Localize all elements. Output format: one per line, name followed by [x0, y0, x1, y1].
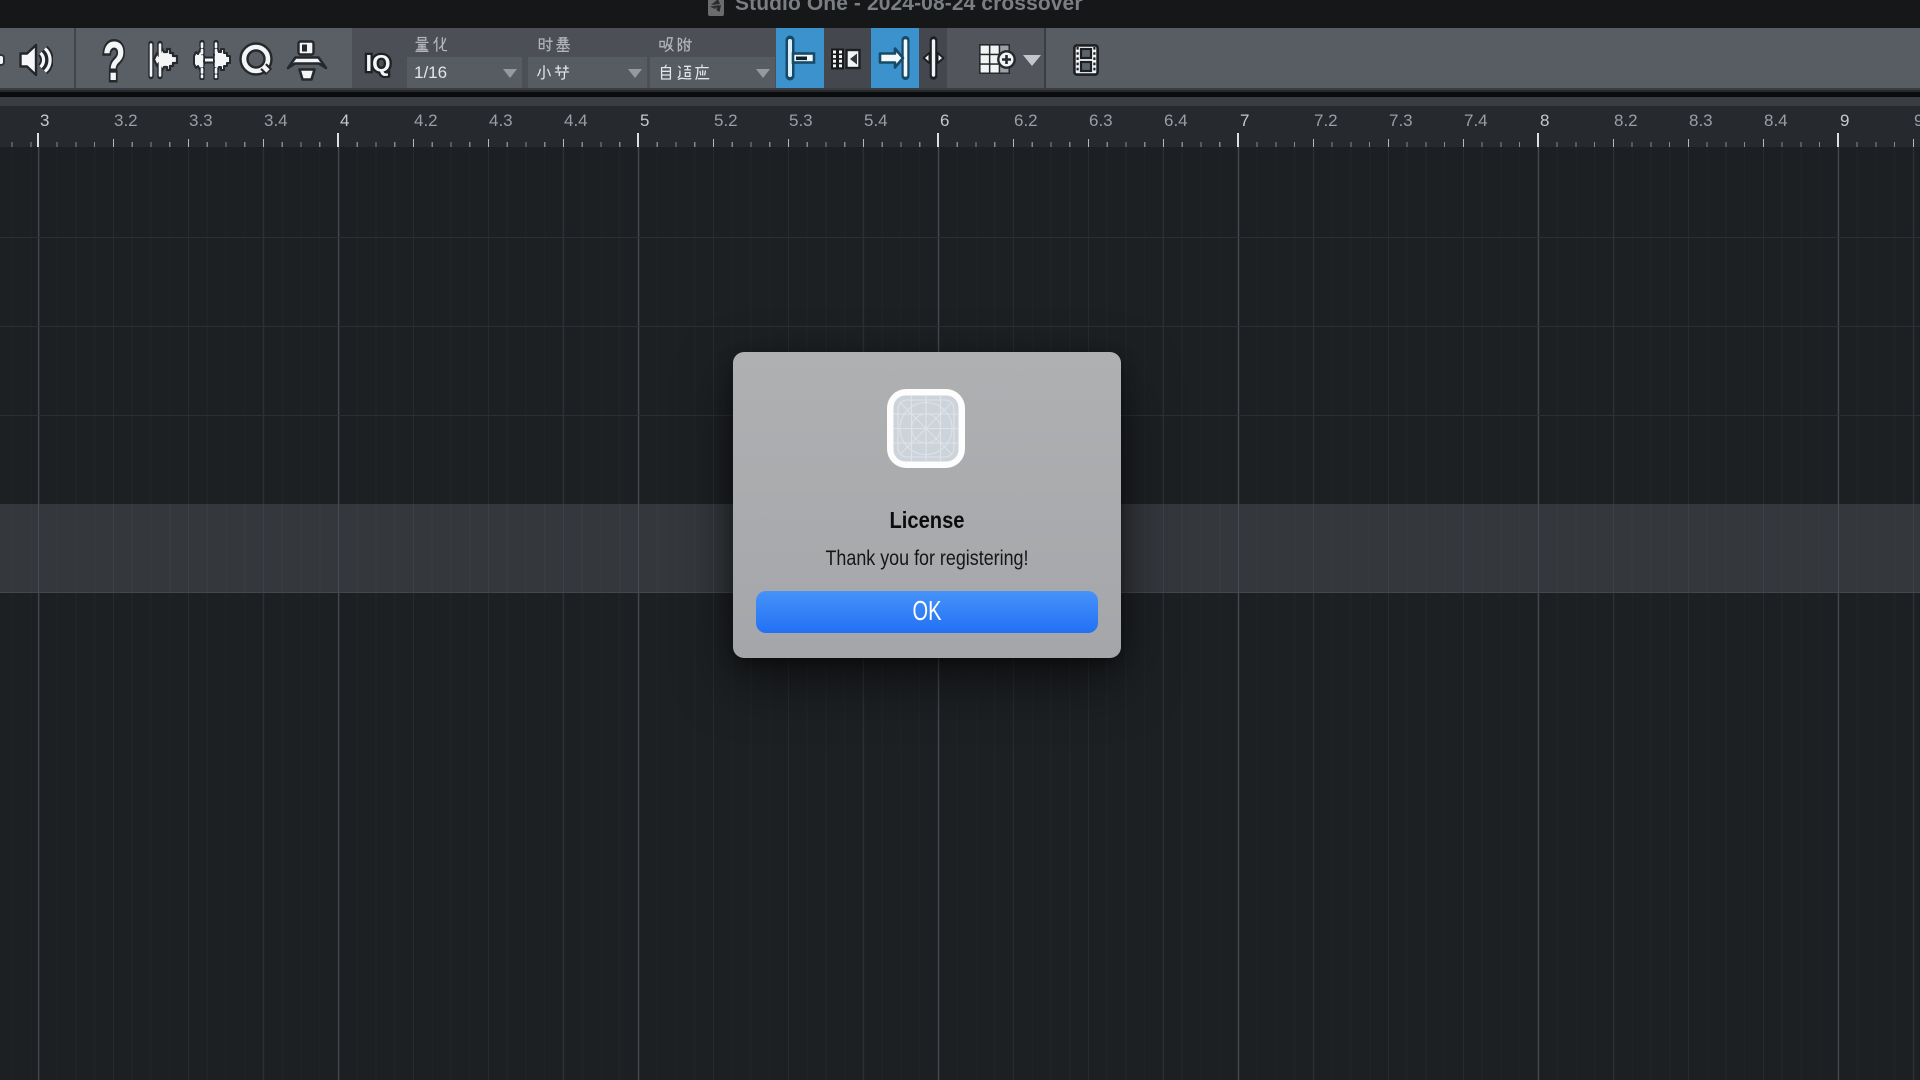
svg-text:?: ? — [103, 34, 126, 86]
svg-text:IQ: IQ — [366, 50, 391, 76]
svg-text:Thank you for registering!: Thank you for registering! — [826, 547, 1029, 570]
svg-text:License: License — [890, 507, 965, 533]
svg-text:OK: OK — [913, 595, 942, 626]
